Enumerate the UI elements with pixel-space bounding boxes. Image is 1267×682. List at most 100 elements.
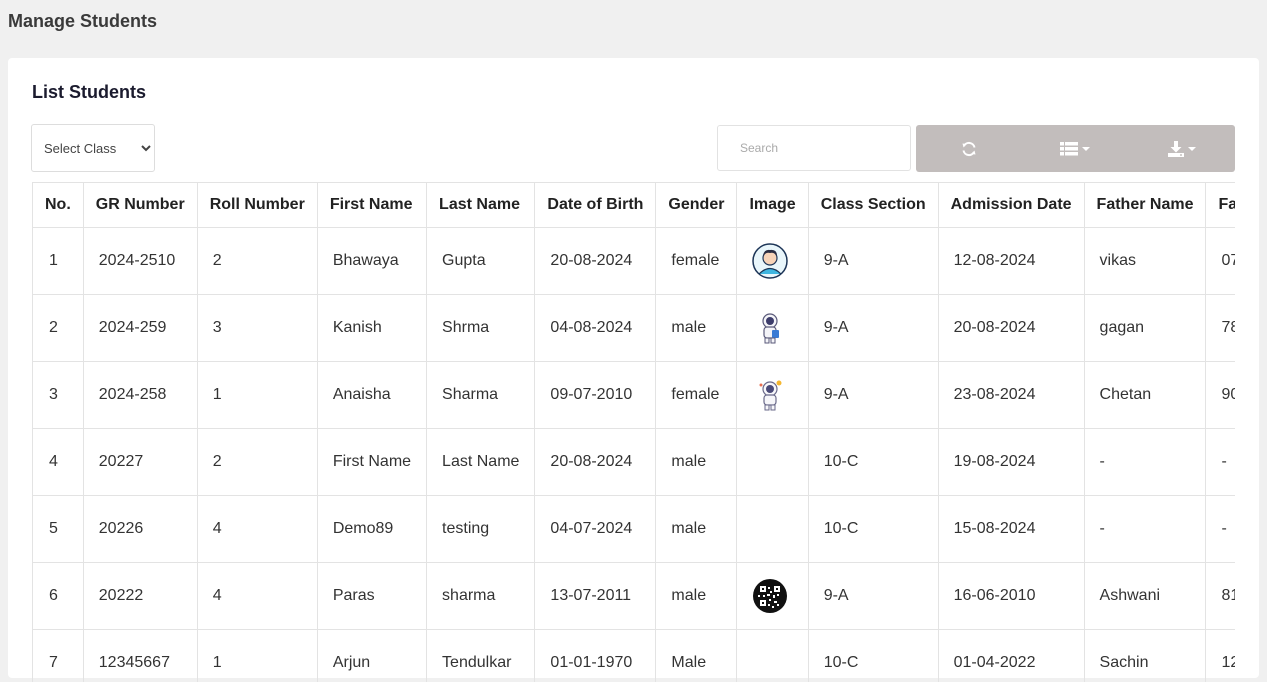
cell-father-name: -: [1084, 429, 1206, 496]
table-row[interactable]: 2 2024-259 3 Kanish Shrma 04-08-2024 mal…: [33, 295, 1235, 362]
cell-father-name: vikas: [1084, 228, 1206, 295]
export-button[interactable]: [1129, 125, 1235, 172]
cell-roll-number: 2: [197, 228, 317, 295]
cell-last-name: Last Name: [427, 429, 535, 496]
cell-date-of-birth: 13-07-2011: [535, 563, 656, 630]
cell-father-mobile: 788945: [1206, 295, 1235, 362]
class-select[interactable]: Select Class: [31, 124, 155, 172]
cell-gr-number: 20222: [83, 563, 197, 630]
header-image[interactable]: Image: [737, 183, 808, 228]
cell-first-name: Demo89: [317, 496, 426, 563]
cell-gr-number: 12345667: [83, 630, 197, 682]
cell-gender: male: [656, 429, 737, 496]
cell-class-section: 10-C: [808, 496, 938, 563]
cell-class-section: 9-A: [808, 228, 938, 295]
cell-father-mobile: 071464: [1206, 228, 1235, 295]
search-input[interactable]: [717, 125, 911, 171]
header-class-section[interactable]: Class Section: [808, 183, 938, 228]
cell-admission-date: 12-08-2024: [938, 228, 1084, 295]
cell-admission-date: 01-04-2022: [938, 630, 1084, 682]
header-gr-number[interactable]: GR Number: [83, 183, 197, 228]
refresh-icon: [961, 141, 977, 157]
cell-gender: male: [656, 295, 737, 362]
student-avatar-image[interactable]: [752, 243, 788, 279]
cell-class-section: 9-A: [808, 295, 938, 362]
header-roll-number[interactable]: Roll Number: [197, 183, 317, 228]
cell-father-mobile: -: [1206, 429, 1235, 496]
cell-first-name: Arjun: [317, 630, 426, 682]
student-avatar-image[interactable]: [752, 377, 788, 413]
cell-admission-date: 23-08-2024: [938, 362, 1084, 429]
cell-roll-number: 4: [197, 563, 317, 630]
cell-father-name: Sachin: [1084, 630, 1206, 682]
cell-class-section: 10-C: [808, 429, 938, 496]
header-gender[interactable]: Gender: [656, 183, 737, 228]
cell-admission-date: 16-06-2010: [938, 563, 1084, 630]
cell-date-of-birth: 20-08-2024: [535, 429, 656, 496]
table-row[interactable]: 4 20227 2 First Name Last Name 20-08-202…: [33, 429, 1235, 496]
table-row[interactable]: 5 20226 4 Demo89 testing 04-07-2024 male…: [33, 496, 1235, 563]
chevron-down-icon: [1188, 147, 1196, 151]
header-last-name[interactable]: Last Name: [427, 183, 535, 228]
cell-roll-number: 2: [197, 429, 317, 496]
cell-gr-number: 2024-259: [83, 295, 197, 362]
cell-first-name: Bhawaya: [317, 228, 426, 295]
students-table-wrapper[interactable]: No. GR Number Roll Number First Name Las…: [32, 182, 1235, 682]
cell-admission-date: 15-08-2024: [938, 496, 1084, 563]
qr-code-image[interactable]: [752, 578, 788, 614]
cell-father-mobile: -: [1206, 496, 1235, 563]
cell-last-name: sharma: [427, 563, 535, 630]
cell-no: 3: [33, 362, 83, 429]
refresh-button[interactable]: [916, 125, 1022, 172]
students-table: No. GR Number Roll Number First Name Las…: [33, 182, 1235, 682]
header-no[interactable]: No.: [33, 183, 83, 228]
header-first-name[interactable]: First Name: [317, 183, 426, 228]
cell-admission-date: 20-08-2024: [938, 295, 1084, 362]
table-row[interactable]: 6 20222 4 Paras sharma 13-07-2011 male: [33, 563, 1235, 630]
cell-father-mobile: 123456: [1206, 630, 1235, 682]
cell-no: 6: [33, 563, 83, 630]
cell-no: 1: [33, 228, 83, 295]
cell-date-of-birth: 20-08-2024: [535, 228, 656, 295]
table-row[interactable]: 7 12345667 1 Arjun Tendulkar 01-01-1970 …: [33, 630, 1235, 682]
cell-last-name: testing: [427, 496, 535, 563]
cell-gender: male: [656, 563, 737, 630]
cell-father-mobile: 819998: [1206, 563, 1235, 630]
cell-gender: female: [656, 228, 737, 295]
cell-no: 2: [33, 295, 83, 362]
cell-roll-number: 1: [197, 630, 317, 682]
cell-father-name: Ashwani: [1084, 563, 1206, 630]
header-father-name[interactable]: Father Name: [1084, 183, 1206, 228]
cell-date-of-birth: 04-08-2024: [535, 295, 656, 362]
cell-class-section: 9-A: [808, 563, 938, 630]
cell-last-name: Shrma: [427, 295, 535, 362]
cell-no: 5: [33, 496, 83, 563]
cell-roll-number: 4: [197, 496, 317, 563]
cell-first-name: Anaisha: [317, 362, 426, 429]
cell-father-name: -: [1084, 496, 1206, 563]
cell-first-name: First Name: [317, 429, 426, 496]
cell-gender: male: [656, 496, 737, 563]
student-avatar-image[interactable]: [752, 310, 788, 346]
table-row[interactable]: 3 2024-258 1 Anaisha Sharma 09-07-2010 f…: [33, 362, 1235, 429]
cell-first-name: Paras: [317, 563, 426, 630]
cell-no: 7: [33, 630, 83, 682]
cell-date-of-birth: 01-01-1970: [535, 630, 656, 682]
cell-gr-number: 2024-258: [83, 362, 197, 429]
header-admission-date[interactable]: Admission Date: [938, 183, 1084, 228]
header-father-mobile[interactable]: Father M: [1206, 183, 1235, 228]
cell-first-name: Kanish: [317, 295, 426, 362]
columns-list-icon: [1060, 142, 1078, 156]
cell-class-section: 10-C: [808, 630, 938, 682]
cell-gender: female: [656, 362, 737, 429]
columns-button[interactable]: [1022, 125, 1128, 172]
cell-gr-number: 20227: [83, 429, 197, 496]
cell-image: [737, 630, 808, 682]
cell-father-mobile: 903401: [1206, 362, 1235, 429]
table-row[interactable]: 1 2024-2510 2 Bhawaya Gupta 20-08-2024 f…: [33, 228, 1235, 295]
cell-father-name: gagan: [1084, 295, 1206, 362]
cell-date-of-birth: 09-07-2010: [535, 362, 656, 429]
cell-image: [737, 295, 808, 362]
header-date-of-birth[interactable]: Date of Birth: [535, 183, 656, 228]
table-header-row: No. GR Number Roll Number First Name Las…: [33, 183, 1235, 228]
